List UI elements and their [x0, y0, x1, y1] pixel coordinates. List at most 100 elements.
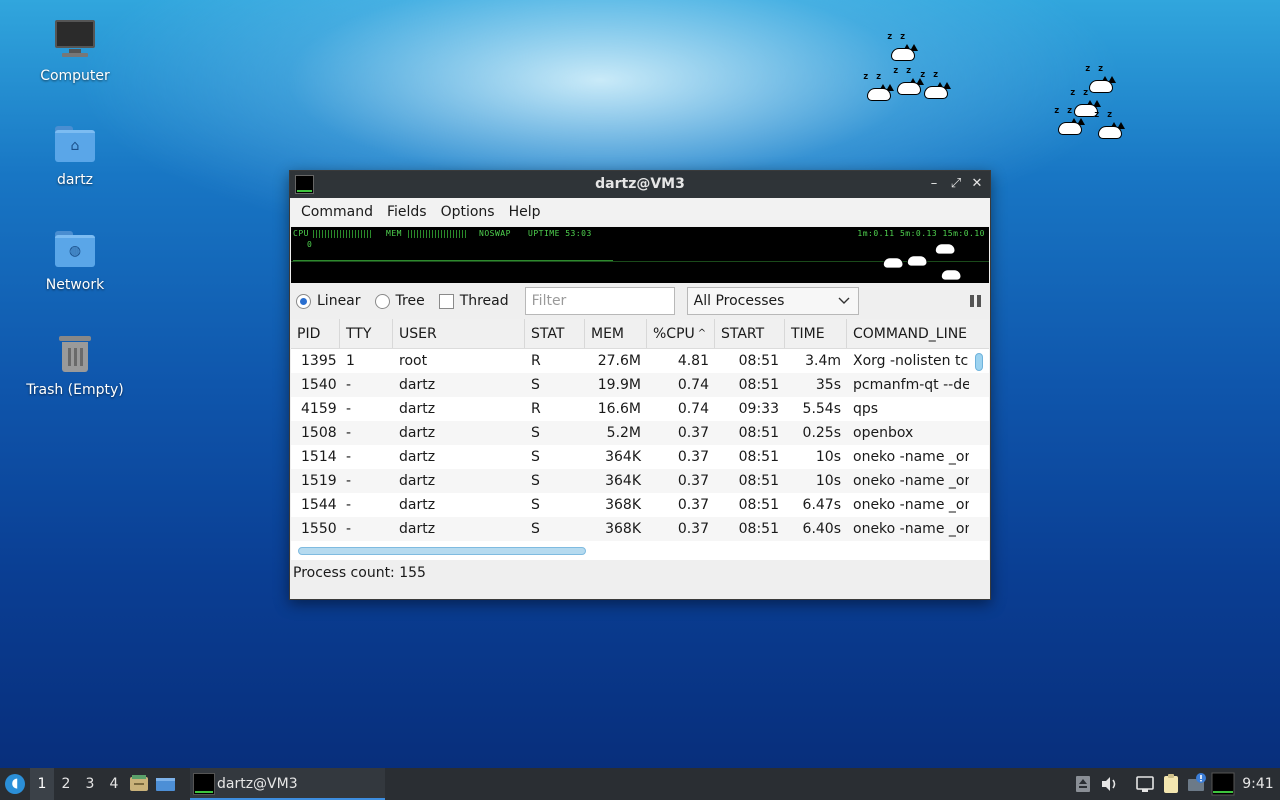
sleeping-cat-icon	[933, 237, 959, 256]
column-header-mem[interactable]: MEM	[585, 319, 647, 348]
linear-option[interactable]: Linear	[296, 293, 361, 309]
eject-icon[interactable]	[1070, 768, 1096, 800]
table-row[interactable]: 4159- dartz R 16.6M 0.74 09:33 5.54s qps	[291, 397, 989, 421]
menu-fields[interactable]: Fields	[380, 198, 434, 226]
cell-mem: 364K	[605, 449, 641, 465]
filter-input[interactable]	[524, 287, 675, 315]
close-button[interactable]: ✕	[967, 174, 987, 194]
process-filter-value: All Processes	[693, 293, 785, 309]
horizontal-scrollbar[interactable]	[298, 547, 586, 555]
workspace-2[interactable]: 2	[54, 768, 78, 800]
file-manager-launcher[interactable]	[126, 768, 152, 800]
sleeping-cat-icon	[939, 263, 965, 282]
thread-checkbox[interactable]	[438, 293, 454, 309]
cell-time: 10s	[815, 449, 841, 465]
column-header-cpu[interactable]: %CPU ^	[647, 319, 715, 348]
cell-tty: -	[346, 497, 352, 513]
cell-start: 08:51	[738, 521, 779, 537]
menu-options[interactable]: Options	[434, 198, 502, 226]
pause-button[interactable]	[970, 295, 982, 307]
thread-option[interactable]: Thread	[438, 293, 509, 309]
desktop-icon-network[interactable]: ◍ Network	[20, 227, 130, 293]
network-icon[interactable]	[1132, 768, 1158, 800]
desktop-icon-home[interactable]: ⌂ dartz	[20, 122, 130, 188]
cell-start: 08:51	[738, 473, 779, 489]
cell-pid: 1519	[301, 473, 337, 489]
show-desktop-button[interactable]	[152, 768, 178, 800]
restore-button[interactable]: ⤢	[946, 174, 966, 194]
cell-mem: 368K	[605, 497, 641, 513]
column-header-command-line[interactable]: COMMAND_LINE	[847, 319, 969, 348]
desktop-icon-label: dartz	[56, 172, 94, 188]
workspace-1[interactable]: 1	[30, 768, 54, 800]
column-header-user[interactable]: USER	[393, 319, 525, 348]
table-row[interactable]: 1550- dartz S 368K 0.37 08:51 6.40s oneko -name…	[291, 517, 989, 541]
load-average-label: 1m:0.11 5m:0.13 15m:0.10	[857, 229, 985, 238]
column-header-time[interactable]: TIME	[785, 319, 847, 348]
sleeping-cat-icon	[881, 251, 907, 270]
cell-time: 6.40s	[802, 521, 841, 537]
cell-command-line: oneko -name _onekowidth	[853, 473, 969, 489]
cpu-monitor-icon[interactable]	[1210, 768, 1236, 800]
cell-command-line: oneko -name _onekowidth	[853, 497, 969, 513]
taskbar-window-button[interactable]: dartz@VM3	[190, 768, 385, 800]
window-titlebar[interactable]: dartz@VM3 – ⤢ ✕	[290, 171, 990, 198]
notifications-icon[interactable]	[1184, 768, 1210, 800]
tree-option[interactable]: Tree	[374, 293, 425, 309]
terminal-icon	[193, 773, 215, 795]
start-menu-button[interactable]: ◖	[0, 768, 30, 800]
column-header-tty[interactable]: TTY	[340, 319, 393, 348]
cell-command-line: oneko -name _onekowidth	[853, 449, 969, 465]
table-body: 1395 1 root R 27.6M 4.81 08:51 3.4m Xorg -nolist…	[291, 349, 989, 560]
sleeping-cat-icon: z z	[920, 70, 952, 100]
cell-user: root	[399, 353, 428, 369]
qps-window: dartz@VM3 – ⤢ ✕ Command Fields Options H…	[289, 170, 991, 600]
column-header-stat[interactable]: STAT	[525, 319, 585, 348]
menu-help[interactable]: Help	[502, 198, 548, 226]
clipboard-icon[interactable]	[1158, 768, 1184, 800]
desktop-icon-computer[interactable]: Computer	[20, 18, 130, 84]
sleeping-cat-icon: z z	[1094, 110, 1126, 140]
cell-pid: 1514	[301, 449, 337, 465]
linear-radio[interactable]	[296, 293, 311, 309]
menu-command[interactable]: Command	[294, 198, 380, 226]
cell-cpu: 0.74	[677, 377, 709, 393]
cell-cpu: 4.81	[677, 353, 709, 369]
volume-icon[interactable]	[1096, 768, 1122, 800]
cpu-bar	[313, 230, 373, 238]
swap-label: NOSWAP	[479, 229, 511, 238]
table-row[interactable]: 1508- dartz S 5.2M 0.37 08:51 0.25s openbox	[291, 421, 989, 445]
cell-stat: S	[531, 449, 540, 465]
desktop-icon-label: Computer	[40, 68, 110, 84]
cell-command-line: openbox	[853, 425, 914, 441]
vertical-scrollbar[interactable]	[975, 353, 983, 371]
table-row[interactable]: 1514- dartz S 364K 0.37 08:51 10s oneko -name _…	[291, 445, 989, 469]
workspace-3[interactable]: 3	[78, 768, 102, 800]
cell-start: 08:51	[738, 425, 779, 441]
column-header-pid[interactable]: PID	[291, 319, 340, 348]
cell-stat: S	[531, 521, 540, 537]
desktop-icon-trash[interactable]: Trash (Empty)	[20, 332, 130, 398]
cell-tty: -	[346, 425, 352, 441]
process-filter-select[interactable]: All Processes	[686, 287, 859, 315]
tree-radio[interactable]	[374, 293, 390, 309]
cell-tty: -	[346, 449, 352, 465]
sleeping-cat-icon: z z	[863, 72, 895, 102]
cell-time: 3.4m	[805, 353, 841, 369]
show-desktop-icon	[156, 778, 175, 791]
cell-pid: 1395	[301, 353, 337, 369]
clock[interactable]: 9:41	[1236, 768, 1280, 800]
table-row[interactable]: 1544- dartz S 368K 0.37 08:51 6.47s oneko -name…	[291, 493, 989, 517]
minimize-button[interactable]: –	[924, 174, 944, 194]
column-header-start[interactable]: START	[715, 319, 785, 348]
cell-pid: 4159	[301, 401, 337, 417]
cell-command-line: Xorg -nolisten tcp	[853, 353, 969, 369]
sleeping-cat-icon: z z	[887, 32, 919, 62]
cell-tty: -	[346, 521, 352, 537]
table-row[interactable]: 1395 1 root R 27.6M 4.81 08:51 3.4m Xorg -nolist…	[291, 349, 989, 373]
table-row[interactable]: 1540- dartz S 19.9M 0.74 08:51 35s pcmanfm-qt -…	[291, 373, 989, 397]
workspace-4[interactable]: 4	[102, 768, 126, 800]
cell-stat: S	[531, 425, 540, 441]
table-row[interactable]: 1519- dartz S 364K 0.37 08:51 10s oneko -name _…	[291, 469, 989, 493]
home-folder-icon: ⌂	[53, 122, 97, 166]
